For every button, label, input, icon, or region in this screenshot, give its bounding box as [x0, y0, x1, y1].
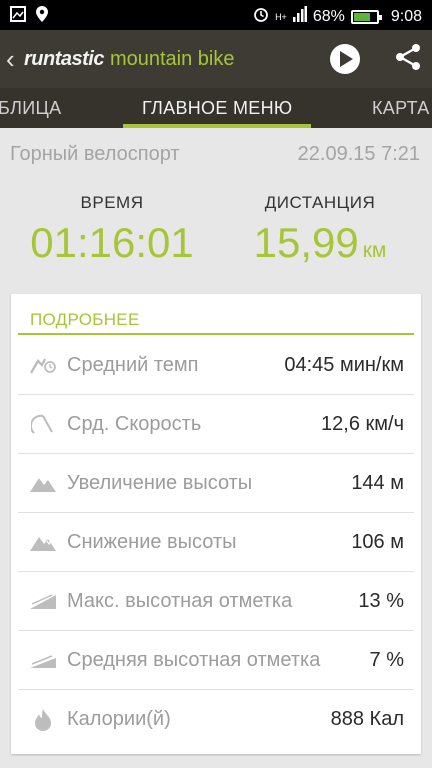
- time-value: 01:16:01: [30, 219, 194, 266]
- detail-value: 12,6 км/ч: [321, 412, 404, 435]
- share-icon[interactable]: [394, 43, 422, 76]
- detail-row-calories: Калории(й) 888 Кал: [18, 690, 414, 749]
- time-label: ВРЕМЯ: [80, 193, 144, 212]
- time-metric: ВРЕМЯ 01:16:01: [22, 193, 202, 267]
- tab-map[interactable]: КАРТА: [372, 98, 430, 119]
- brand-name: runtastic: [24, 47, 104, 70]
- active-tab-indicator: [123, 124, 311, 128]
- detail-label: Срд. Скорость: [67, 412, 202, 435]
- status-bar: H+ 68% 9:08: [0, 0, 432, 30]
- flame-icon: [29, 708, 57, 731]
- brand-product: mountain bike: [109, 47, 235, 70]
- app-bar: ‹ runtastic mountain bike: [0, 30, 432, 88]
- detail-label: Средняя высотная отметка: [67, 648, 321, 671]
- detail-value: 888 Кал: [330, 708, 404, 730]
- avg-grade-icon: [29, 652, 57, 668]
- detail-row-avg-grade: Средняя высотная отметка 7 %: [18, 631, 414, 690]
- detail-row-speed: Срд. Скорость 12,6 км/ч: [18, 395, 414, 454]
- detail-row-pace: Средний темп 04:45 мин/км: [18, 336, 414, 395]
- detail-value: 106 м: [351, 530, 404, 553]
- distance-value: 15,99: [253, 219, 359, 266]
- distance-unit: км: [362, 239, 387, 262]
- detail-value: 7 %: [369, 648, 404, 671]
- speedometer-icon: [29, 413, 57, 435]
- tab-splits[interactable]: БЛИЦА: [0, 98, 61, 119]
- pace-icon: [29, 355, 57, 375]
- tab-bar: БЛИЦА ГЛАВНОЕ МЕНЮ КАРТА: [0, 88, 432, 128]
- distance-value-wrap: 15,99 км: [236, 219, 404, 267]
- details-header-divider: [18, 333, 414, 335]
- detail-label: Снижение высоты: [67, 530, 237, 553]
- detail-label: Макс. высотная отметка: [67, 589, 293, 612]
- detail-value: 13 %: [358, 589, 404, 612]
- detail-label: Калории(й): [67, 708, 171, 730]
- play-video-icon[interactable]: [330, 44, 360, 74]
- elevation-loss-icon: [29, 533, 57, 551]
- network-type: H+: [275, 11, 287, 22]
- detail-label: Увеличение высоты: [67, 471, 253, 494]
- activity-info: Горный велоспорт 22.09.15 7:21: [10, 143, 420, 166]
- back-chevron-icon[interactable]: ‹: [6, 44, 20, 75]
- detail-value: 04:45 мин/км: [284, 353, 404, 376]
- detail-label: Средний темп: [67, 353, 199, 376]
- detail-row-elevation-loss: Снижение высоты 106 м: [18, 513, 414, 572]
- alarm-icon: [253, 6, 269, 27]
- distance-metric: ДИСТАНЦИЯ 15,99 км: [236, 193, 404, 267]
- app-logo[interactable]: runtastic mountain bike: [24, 48, 235, 71]
- elevation-gain-icon: [29, 474, 57, 492]
- tab-main-menu[interactable]: ГЛАВНОЕ МЕНЮ: [142, 98, 292, 119]
- battery-icon: [350, 9, 382, 24]
- detail-row-elevation-gain: Увеличение высоты 144 м: [18, 454, 414, 513]
- sport-type: Горный велоспорт: [10, 143, 180, 165]
- signal-icon: [292, 6, 307, 27]
- distance-label: ДИСТАНЦИЯ: [264, 193, 376, 212]
- clock: 9:08: [390, 7, 422, 25]
- activity-datetime: 22.09.15 7:21: [297, 143, 420, 165]
- max-grade-icon: [29, 593, 57, 609]
- location-pin-icon: [36, 6, 48, 27]
- detail-row-max-grade: Макс. высотная отметка 13 %: [18, 572, 414, 631]
- details-card: ПОДРОБНЕЕ Средний темп 04:45 мин/км Срд.…: [11, 294, 421, 754]
- gallery-notification-icon: [10, 6, 26, 27]
- battery-percent: 68%: [312, 7, 345, 25]
- details-header: ПОДРОБНЕЕ: [30, 310, 140, 329]
- detail-value: 144 м: [351, 471, 404, 494]
